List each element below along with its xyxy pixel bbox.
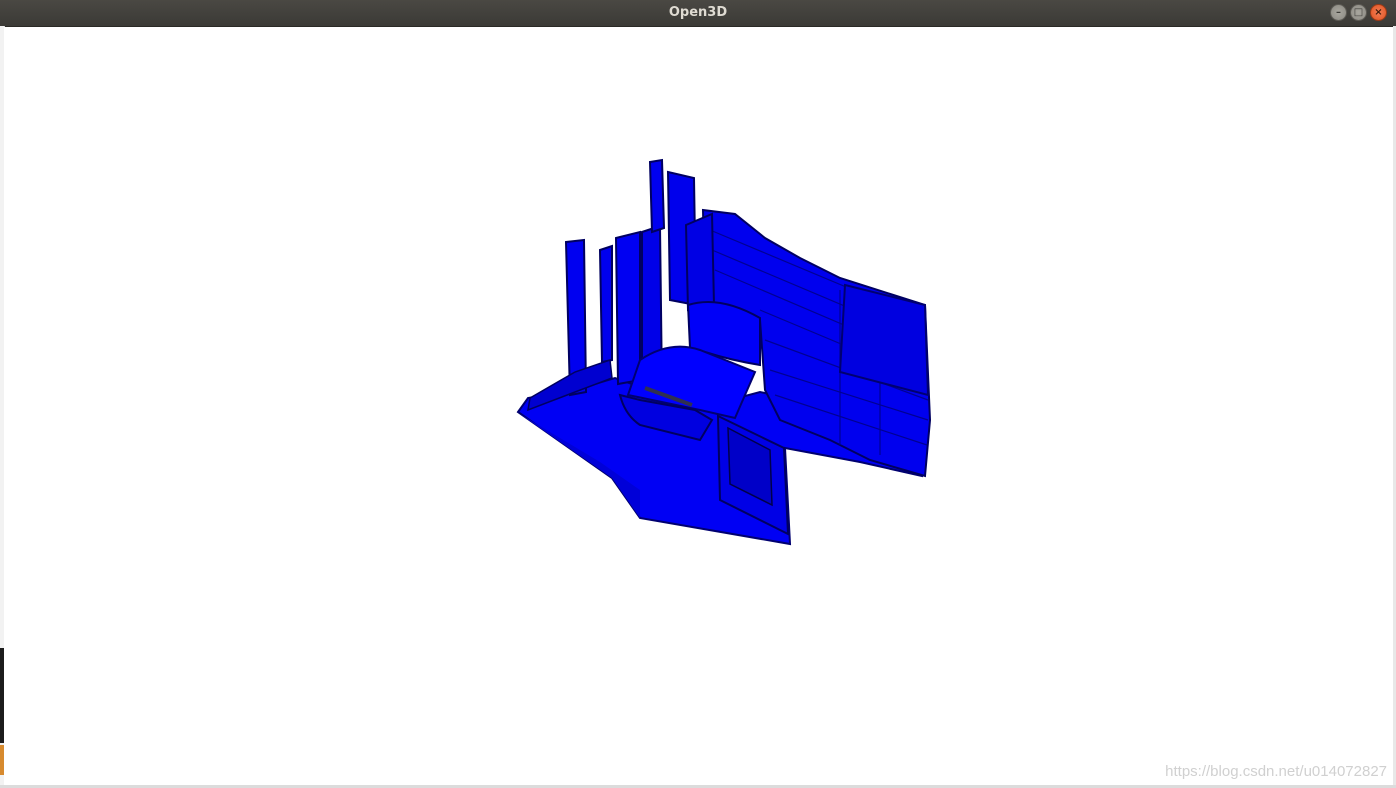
close-button[interactable]: × <box>1370 4 1387 21</box>
watermark-text: https://blog.csdn.net/u014072827 <box>1165 763 1387 780</box>
maximize-button[interactable]: □ <box>1350 4 1367 21</box>
minimize-button[interactable]: – <box>1330 4 1347 21</box>
maximize-icon: □ <box>1353 7 1364 18</box>
minimize-icon: – <box>1336 7 1341 18</box>
slat-6 <box>684 212 716 312</box>
title-bar[interactable]: Open3D – □ × <box>0 0 1396 27</box>
point-cloud-render <box>516 158 932 546</box>
render-viewport[interactable] <box>4 27 1393 785</box>
point-cloud-scene <box>516 158 932 546</box>
window-title: Open3D <box>668 5 728 20</box>
slat-4 <box>648 158 666 234</box>
open3d-window: Open3D – □ × https://blog.csdn.net/u0140… <box>0 0 1396 788</box>
slat-2 <box>614 230 641 386</box>
close-icon: × <box>1374 7 1383 18</box>
slat-1 <box>598 244 613 364</box>
